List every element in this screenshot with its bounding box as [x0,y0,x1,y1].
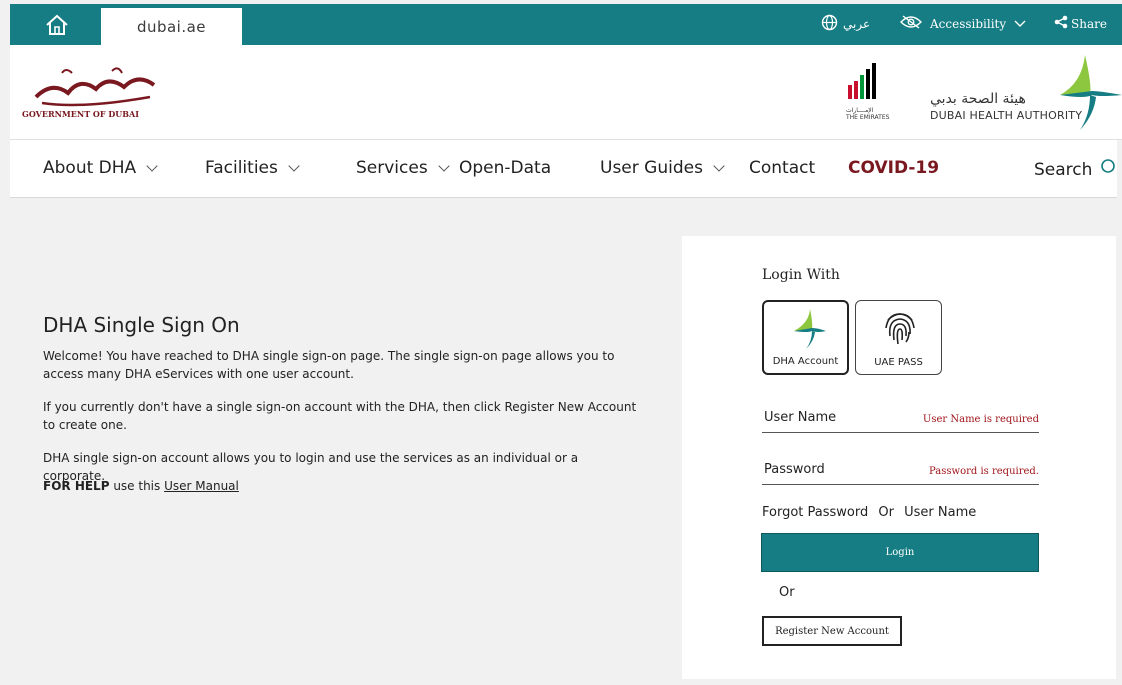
page-title: DHA Single Sign On [43,313,240,337]
help-middle: use this [109,479,165,493]
login-panel: Login With DHA Account UAE PASS User Nam… [682,236,1116,679]
register-new-account-button[interactable]: Register New Account [762,616,902,646]
dha-account-label: DHA Account [772,356,839,367]
share-label: Share [1071,16,1107,31]
dha-logo-icon [788,307,828,351]
dha-english-name: DUBAI HEALTH AUTHORITY [930,109,1083,122]
intro-paragraph: Welcome! You have reached to DHA single … [43,349,615,381]
search-icon [1100,158,1118,181]
home-icon[interactable] [44,13,70,37]
password-field[interactable]: Password Password is required. [762,461,1039,485]
page-right-margin [1117,140,1122,685]
uae-pass-label: UAE PASS [874,357,923,368]
forgot-password-link[interactable]: Forgot Password [762,505,868,520]
top-bar: dubai.ae عربي Accessibility Share [0,0,1122,45]
chevron-down-icon [713,160,725,172]
eye-slash-icon [900,15,922,32]
dha-account-option[interactable]: DHA Account [762,300,849,375]
dha-arabic-name: هيئة الصحة بدبي [930,91,1026,107]
register-info-paragraph: If you currently don't have a single sig… [43,400,637,432]
help-line: FOR HELP use this User Manual [43,479,239,493]
globe-icon [821,14,838,34]
chevron-down-icon [438,160,450,172]
chevron-down-icon [146,160,158,172]
nav-item-about-dha[interactable]: About DHA [43,158,158,178]
chevron-down-icon [288,160,300,172]
share-icon [1054,15,1068,32]
site-header: GOVERNMENT OF DUBAI الإمــــارات THE EMI… [10,45,1122,140]
nav-item-label: About DHA [43,158,137,178]
user-manual-link[interactable]: User Manual [164,479,239,493]
username-field[interactable]: User Name User Name is required [762,409,1039,433]
nav-item-open-data[interactable]: Open-Data [459,158,551,178]
language-label: عربي [843,17,871,31]
dubai-portal-tab[interactable]: dubai.ae [101,8,242,45]
fingerprint-icon [880,306,920,350]
nav-item-user-guides[interactable]: User Guides [600,158,725,178]
username-label: User Name [764,410,837,425]
or-separator: Or [779,585,795,600]
nav-item-label: Open-Data [459,158,552,178]
forgot-username-link[interactable]: User Name [904,505,976,520]
nav-item-label: Services [356,158,428,178]
nav-item-facilities[interactable]: Facilities [205,158,300,178]
government-of-dubai-text: GOVERNMENT OF DUBAI [22,109,139,119]
username-error: User Name is required [922,414,1039,425]
accessibility-menu[interactable]: Accessibility [900,15,1026,32]
language-switch[interactable]: عربي [821,14,870,34]
login-with-title: Login With [762,267,840,283]
main-nav: About DHA Facilities Services Open-Data … [10,140,1122,198]
nav-item-label: Contact [749,158,816,178]
nav-item-label: User Guides [600,158,703,178]
share-button[interactable]: Share [1054,15,1107,32]
uae-pass-option[interactable]: UAE PASS [855,300,942,375]
page-left-margin [0,45,10,685]
accessibility-label: Accessibility [930,16,1007,31]
chevron-down-icon [1014,17,1026,31]
nav-item-label: Facilities [205,158,278,178]
nav-item-contact[interactable]: Contact [749,158,815,178]
password-label: Password [764,462,825,477]
nav-item-covid-19[interactable]: COVID-19 [848,158,939,178]
nav-search[interactable]: Search [1034,158,1118,181]
forgot-or-text: Or [878,505,894,520]
password-error: Password is required. [929,466,1039,477]
nav-item-label: COVID-19 [848,158,940,178]
forgot-credentials: Forgot Password Or User Name [762,505,982,520]
search-label: Search [1034,159,1093,180]
the-emirates-text: الإمــــارات THE EMIRATES [846,107,890,121]
login-button[interactable]: Login [761,533,1039,572]
nav-item-services[interactable]: Services [356,158,450,178]
dubai-portal-label: dubai.ae [136,17,207,36]
help-prefix: FOR HELP [43,479,110,493]
